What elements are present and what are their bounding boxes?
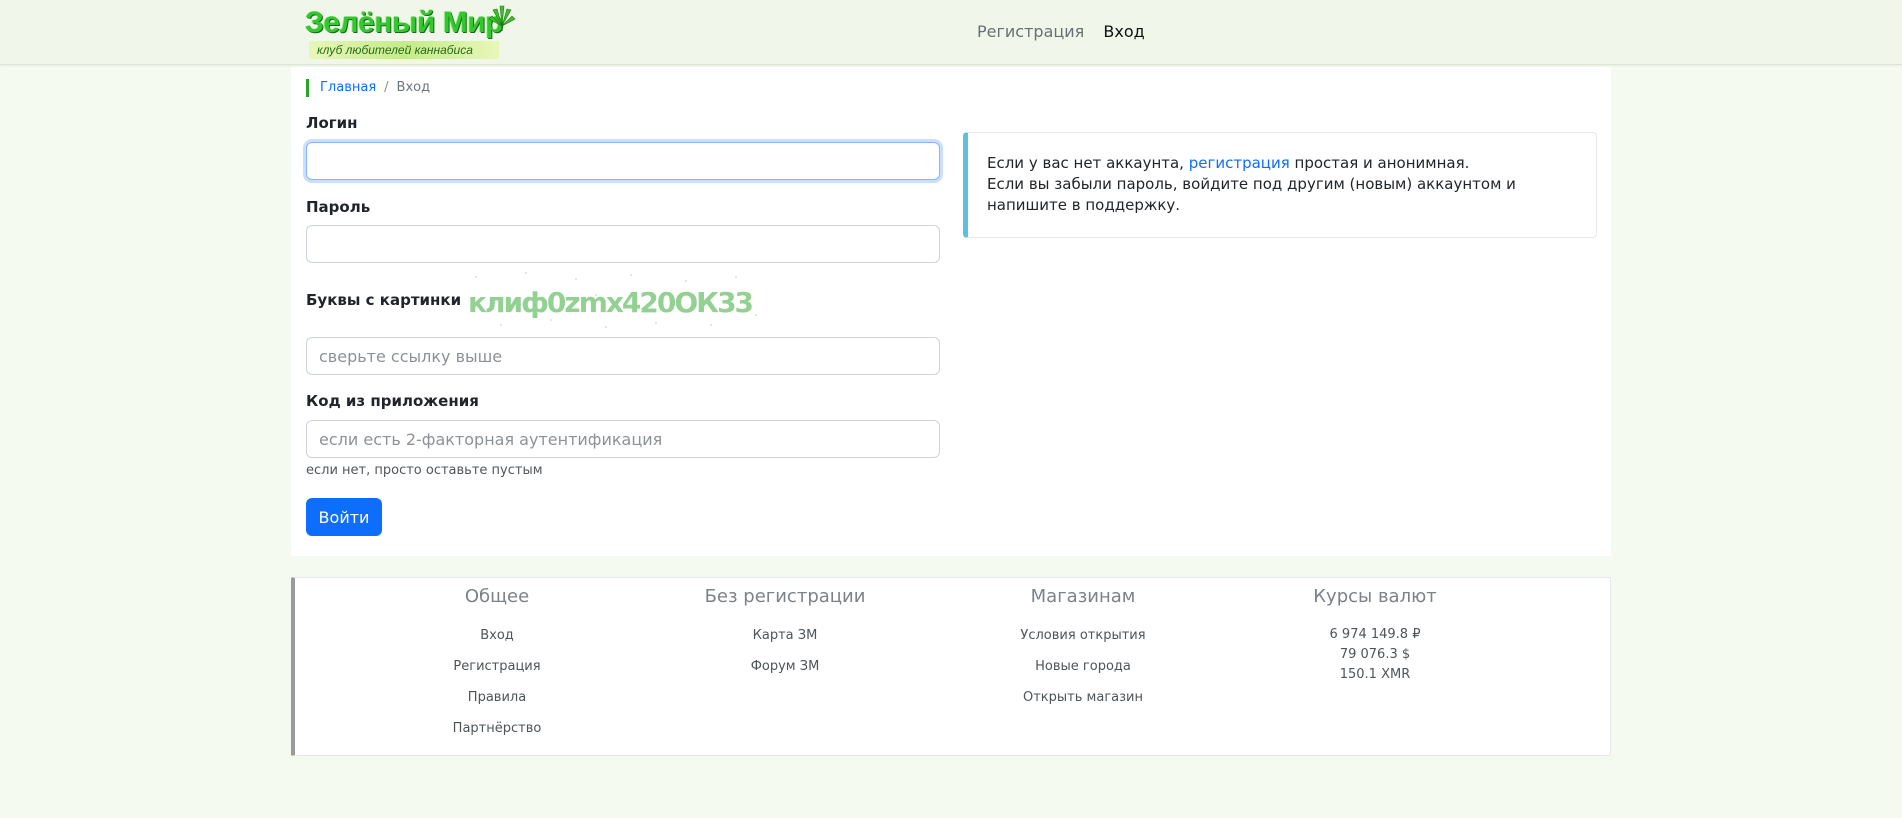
- login-input[interactable]: [306, 142, 940, 180]
- breadcrumb-separator: /: [384, 80, 389, 95]
- captcha-input[interactable]: [306, 337, 940, 375]
- login-card: Главная / Вход Логин Пароль Буквы с картин…: [291, 67, 1611, 556]
- footer-no-reg-title: Без регистрации: [704, 586, 866, 607]
- footer-shop-terms-link[interactable]: Условия открытия: [993, 629, 1173, 643]
- cannabis-leaf-icon: [488, 5, 516, 31]
- logo-subtitle: клуб любителей каннабиса: [309, 41, 499, 59]
- code-help-text: если нет, просто оставьте пустым: [306, 463, 543, 478]
- footer-login-link[interactable]: Вход: [417, 629, 577, 643]
- info-text-before: Если у вас нет аккаунта,: [987, 154, 1189, 172]
- footer-forum-link[interactable]: Форум ЗМ: [695, 660, 875, 674]
- rate-rub: 6 974 149.8 ₽: [1329, 627, 1421, 642]
- rate-xmr: 150.1 XMR: [1339, 667, 1411, 682]
- captcha-image[interactable]: клиф0zmx420ОК33: [456, 265, 776, 335]
- footer-col-rates: Курсы валют 6 974 149.8 ₽ 79 076.3 $ 150…: [1290, 578, 1460, 685]
- site-logo[interactable]: Зелёный Мир клуб любителей каннабиса: [305, 2, 516, 60]
- footer: Общее Вход Регистрация Правила Партнёрст…: [291, 577, 1611, 756]
- footer-shops-title: Магазинам: [1030, 586, 1136, 607]
- footer-general-title: Общее: [464, 586, 530, 607]
- nav-register-link[interactable]: Регистрация: [977, 22, 1084, 41]
- password-label: Пароль: [306, 198, 371, 216]
- code-label: Код из приложения: [306, 392, 479, 410]
- info-alert: Если у вас нет аккаунта, регистрация про…: [963, 132, 1597, 238]
- footer-rates-title: Курсы валют: [1313, 586, 1437, 607]
- top-navbar: Зелёный Мир клуб любителей каннабиса Рег…: [0, 0, 1902, 65]
- info-line-2: Если вы забыли пароль, войдите под други…: [987, 175, 1516, 214]
- currency-rates: 6 974 149.8 ₽ 79 076.3 $ 150.1 XMR: [1290, 625, 1460, 685]
- footer-col-no-registration: Без регистрации Карта ЗМ Форум ЗМ: [695, 578, 875, 674]
- breadcrumb-current: Вход: [396, 80, 431, 95]
- footer-register-link[interactable]: Регистрация: [417, 660, 577, 674]
- footer-col-shops: Магазинам Условия открытия Новые города …: [993, 578, 1173, 705]
- nav-login-link[interactable]: Вход: [1103, 22, 1144, 41]
- breadcrumb-home-link[interactable]: Главная: [320, 80, 376, 95]
- logo-title: Зелёный Мир: [305, 6, 504, 39]
- info-register-link[interactable]: регистрация: [1189, 154, 1290, 172]
- footer-col-general: Общее Вход Регистрация Правила Партнёрст…: [417, 578, 577, 736]
- captcha-label: Буквы с картинки: [306, 291, 462, 309]
- info-text-after: простая и анонимная.: [1289, 154, 1470, 172]
- footer-new-cities-link[interactable]: Новые города: [993, 660, 1173, 674]
- footer-rules-link[interactable]: Правила: [417, 691, 577, 705]
- footer-partnership-link[interactable]: Партнёрство: [417, 722, 577, 736]
- rate-usd: 79 076.3 $: [1339, 647, 1411, 662]
- footer-map-link[interactable]: Карта ЗМ: [695, 629, 875, 643]
- password-input[interactable]: [306, 225, 940, 263]
- login-label: Логин: [306, 114, 358, 132]
- footer-open-shop-link[interactable]: Открыть магазин: [993, 691, 1173, 705]
- breadcrumb: Главная / Вход: [306, 79, 430, 97]
- login-submit-button[interactable]: Войти: [306, 498, 382, 536]
- two-factor-code-input[interactable]: [306, 420, 940, 458]
- captcha-text: клиф0zmx420ОК33: [468, 286, 753, 319]
- main-nav: Регистрация Вход: [977, 22, 1159, 41]
- info-line-1: Если у вас нет аккаунта, регистрация про…: [987, 153, 1577, 174]
